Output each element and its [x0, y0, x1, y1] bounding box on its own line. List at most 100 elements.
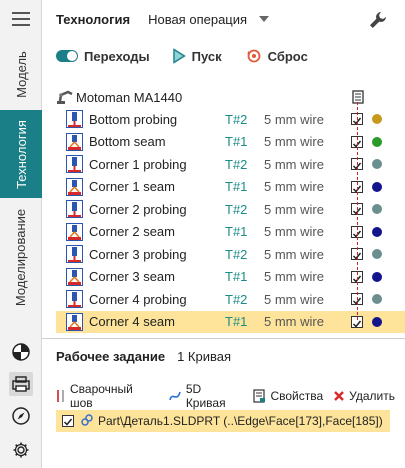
operation-dropdown[interactable]: Новая операция [148, 12, 270, 27]
operation-wire: 5 mm wire [264, 246, 324, 262]
operation-row[interactable]: Bottom probing T#2 5 mm wire [42, 108, 405, 131]
tab-model-label: Модель [13, 50, 29, 98]
chevron-down-icon [259, 16, 270, 22]
operation-wire: 5 mm wire [264, 224, 324, 240]
operation-name: Corner 3 probing [89, 246, 187, 262]
operation-wire: 5 mm wire [264, 111, 324, 127]
operation-row[interactable]: Corner 3 seam T#1 5 mm wire [42, 266, 405, 289]
probing-icon [66, 110, 83, 128]
robot-name: Motoman MA1440 [76, 89, 183, 105]
operation-row[interactable]: Corner 1 probing T#2 5 mm wire [42, 153, 405, 176]
operation-row[interactable]: Corner 4 probing T#2 5 mm wire [42, 288, 405, 311]
panel-header: Технология Новая операция [42, 0, 405, 38]
menu-icon[interactable] [12, 12, 30, 26]
wrench-icon[interactable] [367, 9, 389, 31]
tab-model[interactable]: Модель [0, 38, 42, 110]
work-task-path: Part\Деталь1.SLDPRT (..\Edge\Face[173],F… [98, 414, 383, 428]
operation-name: Corner 4 seam [89, 314, 175, 330]
operation-color-dot [372, 159, 382, 169]
robot-arm-icon [57, 90, 73, 104]
work-task-checkbox[interactable] [62, 415, 74, 427]
operation-color-dot [372, 249, 382, 259]
chain-link-icon [80, 413, 94, 430]
operation-wire: 5 mm wire [264, 291, 324, 307]
tab-technology[interactable]: Технология [0, 110, 42, 198]
5d-curve-button[interactable]: 5D Кривая [168, 382, 244, 410]
probing-icon [66, 200, 83, 218]
operation-row[interactable]: Corner 1 seam T#1 5 mm wire [42, 176, 405, 199]
operation-tool: T#1 [225, 224, 248, 240]
operation-wire: 5 mm wire [264, 201, 324, 217]
reset-icon [247, 49, 261, 63]
delete-button[interactable]: Удалить [333, 389, 395, 403]
transitions-label: Переходы [84, 48, 150, 64]
seam-icon [66, 267, 83, 286]
operation-row[interactable]: Corner 2 probing T#2 5 mm wire [42, 198, 405, 221]
operation-color-dot [372, 271, 382, 282]
operation-name: Corner 1 probing [89, 156, 187, 172]
operation-name: Corner 4 probing [89, 291, 187, 307]
curve-icon [168, 389, 182, 403]
operation-row[interactable]: Corner 3 probing T#2 5 mm wire [42, 243, 405, 266]
printer-icon[interactable] [9, 372, 33, 396]
operations-list: Bottom probing T#2 5 mm wire Bottom seam T#1… [42, 108, 405, 333]
probing-icon [66, 155, 83, 173]
operation-toolbar: Переходы Пуск Сброс [42, 42, 405, 70]
properties-icon [253, 389, 266, 403]
operation-name: Corner 2 probing [89, 201, 187, 217]
operation-color-dot [372, 181, 382, 192]
operation-wire: 5 mm wire [264, 156, 324, 172]
seam-icon [66, 222, 83, 241]
work-task-item[interactable]: Part\Деталь1.SLDPRT (..\Edge\Face[173],F… [56, 410, 390, 432]
operation-row[interactable]: Corner 4 seam T#1 5 mm wire [56, 310, 405, 333]
properties-button[interactable]: Свойства [253, 389, 323, 403]
operation-tool: T#1 [225, 179, 248, 195]
operation-tool: T#2 [225, 291, 248, 307]
operation-name: Bottom seam [89, 134, 166, 150]
probing-icon [66, 245, 83, 263]
operation-row[interactable]: Bottom seam T#1 5 mm wire [42, 131, 405, 154]
operation-wire: 5 mm wire [264, 134, 324, 150]
seam-icon [66, 312, 83, 331]
operation-tool: T#1 [225, 134, 248, 150]
operation-name: Corner 2 seam [89, 224, 175, 240]
weld-seam-icon [56, 389, 66, 403]
page-title: Технология [56, 11, 131, 27]
operation-color-dot [372, 226, 382, 237]
tab-simulation-label: Моделирование [13, 208, 29, 306]
compass-icon[interactable] [9, 404, 33, 428]
operation-color-dot [372, 136, 382, 147]
reset-button[interactable]: Сброс [246, 48, 308, 64]
operation-color-dot [372, 204, 382, 214]
delete-x-icon [333, 390, 345, 402]
work-task-header: Рабочее задание 1 Кривая [56, 349, 231, 364]
operation-tool: T#2 [225, 111, 248, 127]
operation-row[interactable]: Corner 2 seam T#1 5 mm wire [42, 221, 405, 244]
operation-tool: T#1 [225, 314, 248, 330]
start-button[interactable]: Пуск [172, 48, 222, 64]
robot-node[interactable]: Motoman MA1440 [42, 86, 405, 108]
5d-curve-label: 5D Кривая [185, 382, 226, 410]
gear-icon[interactable] [9, 438, 33, 462]
operations-tree: Motoman MA1440 Bottom probing T#2 5 mm wir… [42, 86, 405, 333]
transitions-toggle[interactable]: Переходы [56, 49, 150, 64]
operation-color-dot [372, 294, 382, 304]
weld-seam-button[interactable]: Сварочный шов [56, 382, 158, 410]
section-divider [42, 338, 405, 339]
operation-tool: T#2 [225, 246, 248, 262]
weld-seam-label: Сварочный шов [70, 382, 133, 410]
start-label: Пуск [191, 48, 222, 64]
operation-color-dot [372, 114, 382, 124]
play-icon [172, 48, 186, 64]
operation-name: Bottom probing [89, 111, 178, 127]
sphere-icon[interactable] [9, 340, 33, 364]
reset-label: Сброс [267, 48, 308, 64]
probing-icon [66, 290, 83, 308]
operation-name: Corner 1 seam [89, 179, 175, 195]
left-sidebar: Модель Технология Моделирование [0, 0, 42, 468]
operation-wire: 5 mm wire [264, 179, 324, 195]
document-icon[interactable] [352, 90, 364, 104]
tab-simulation[interactable]: Моделирование [0, 198, 42, 316]
toggle-switch-icon [56, 50, 78, 62]
operation-wire: 5 mm wire [264, 269, 324, 285]
